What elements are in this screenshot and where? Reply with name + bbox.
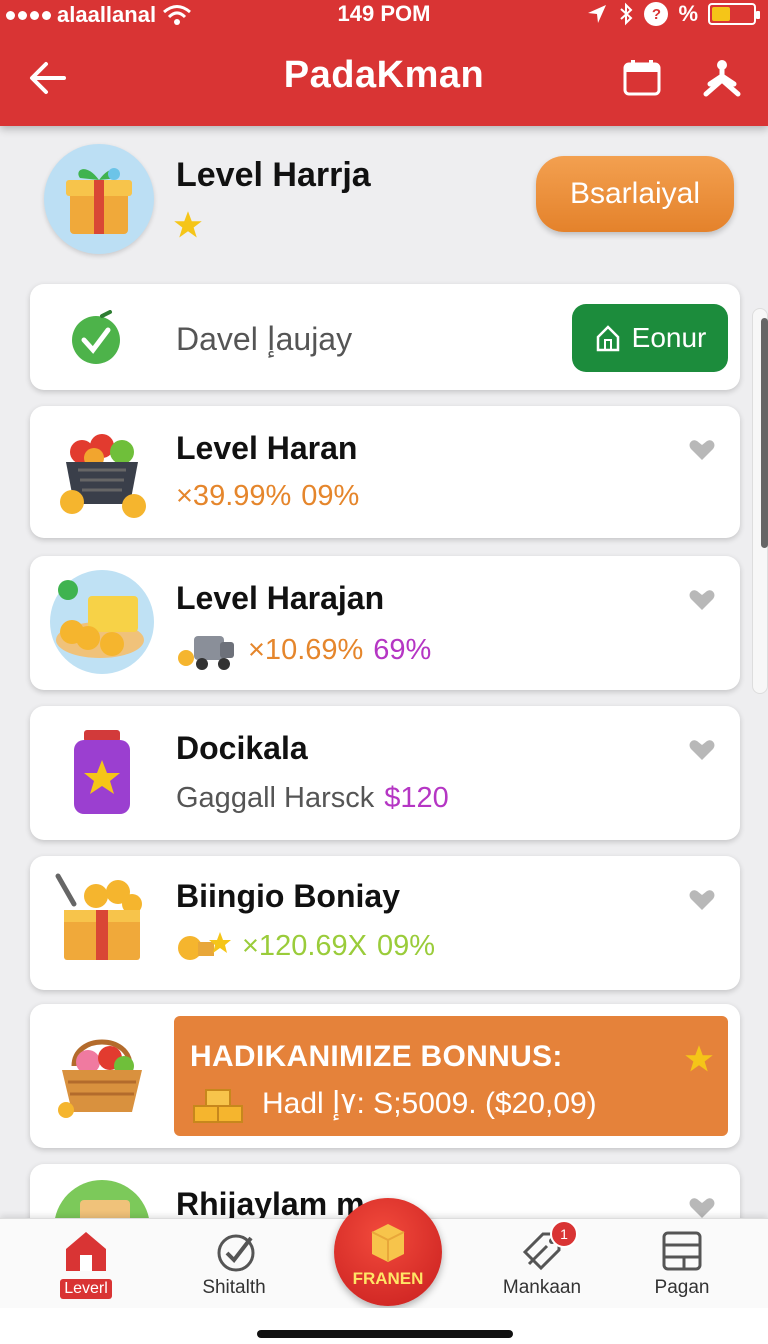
fruit-basket-icon	[60, 434, 146, 518]
app-header: alaallanal 149 POM ? % PadaKman	[0, 0, 768, 126]
item-thumbnail	[48, 718, 156, 826]
center-fab-button[interactable]: FRANEN	[334, 1198, 442, 1306]
nav-shitalth[interactable]: Shitalth	[174, 1225, 294, 1309]
nav-shitalth-label: Shitalth	[202, 1277, 266, 1298]
claim-button-label: Eonur	[631, 322, 707, 353]
calendar-button[interactable]	[618, 54, 666, 102]
level-avatar	[44, 144, 154, 254]
star-icon	[685, 1045, 713, 1072]
jar-icon	[74, 730, 130, 814]
item-percent: 69%	[373, 633, 432, 666]
profile-button[interactable]	[698, 54, 746, 102]
basket-icon	[58, 1039, 142, 1118]
heart-icon[interactable]	[688, 1196, 716, 1220]
home-indicator	[257, 1330, 513, 1338]
item-thumbnail	[48, 1018, 156, 1126]
item-rate: ×120.69X	[242, 929, 367, 962]
item-price: $120	[384, 782, 449, 814]
gift-box-icon	[66, 168, 132, 234]
gift-coins-icon	[55, 873, 142, 960]
item-rate: ×10.69%	[248, 633, 364, 666]
status-bar: alaallanal 149 POM ? %	[0, 0, 768, 30]
item-rate: ×39.99%	[176, 480, 292, 512]
item-subtitle: Gaggall Harsck	[176, 782, 375, 814]
nav-level[interactable]: Leverl	[26, 1225, 146, 1309]
level-title: Level Harrja	[176, 156, 371, 194]
item-title: Level Harajan	[176, 580, 385, 616]
item-title: Biingio Boniay	[176, 878, 400, 914]
check-circle-icon	[217, 1234, 255, 1272]
battery-percent: %	[678, 1, 698, 26]
item-percent: 09%	[376, 929, 436, 962]
daily-text: Davel إaujay	[176, 321, 353, 357]
gold-bars-icon	[193, 1089, 243, 1123]
list-item[interactable]: Level Harajan ×10.69% 69%	[30, 556, 740, 690]
daily-card[interactable]: Davel إaujay Eonur	[30, 284, 740, 390]
list-item[interactable]: Biingio Boniay ×120.69X 09%	[30, 856, 740, 990]
check-icon	[72, 310, 120, 364]
item-thumbnail	[48, 568, 156, 676]
nav-level-label: Leverl	[60, 1279, 112, 1299]
heart-icon[interactable]	[688, 888, 716, 912]
fab-label: FRANEN	[352, 1269, 424, 1288]
list-icon	[662, 1231, 702, 1271]
home-outline-icon	[596, 325, 619, 352]
level-action-button[interactable]: Bsarlaiyal	[536, 156, 734, 232]
nav-mankaan-label: Mankaan	[502, 1277, 582, 1298]
star-icon	[174, 211, 202, 238]
nav-mankaan[interactable]: Mankaan	[482, 1225, 602, 1309]
home-icon	[66, 1232, 106, 1271]
calendar-icon	[623, 60, 661, 96]
bonus-banner[interactable]: HADIKANIMIZE BONNUS: Hadl ٧إ: S;5009. ($…	[174, 1016, 728, 1136]
item-percent: 09%	[301, 480, 360, 512]
nav-pagan[interactable]: Pagan	[622, 1225, 742, 1309]
nav-pagan-label: Pagan	[654, 1277, 710, 1298]
heart-icon[interactable]	[688, 588, 716, 612]
money-plate-icon	[50, 570, 154, 674]
item-thumbnail	[48, 418, 156, 526]
bonus-text: Hadl ٧إ: S;5009. ($20,09)	[262, 1087, 597, 1120]
truck-icon	[178, 636, 234, 670]
bonus-card[interactable]: HADIKANIMIZE BONNUS: Hadl ٧إ: S;5009. ($…	[30, 1004, 740, 1148]
notification-badge: 1	[550, 1220, 578, 1248]
scrollbar-thumb[interactable]	[761, 318, 768, 548]
box-icon	[371, 1224, 405, 1262]
location-icon	[588, 5, 607, 23]
bonus-title: HADIKANIMIZE BONNUS:	[190, 1040, 563, 1073]
item-thumbnail	[48, 866, 156, 974]
list-item[interactable]: Level Haran ×39.99% 09%	[30, 406, 740, 538]
coins-star-icon	[178, 932, 231, 960]
bottom-safe-area	[0, 1308, 768, 1344]
item-title: Level Haran	[176, 430, 358, 466]
heart-icon[interactable]	[688, 738, 716, 762]
battery-icon	[708, 3, 760, 25]
alarm-icon: ?	[644, 2, 669, 26]
claim-button[interactable]: Eonur	[572, 304, 728, 372]
bluetooth-icon	[620, 2, 633, 26]
list-item[interactable]: Docikala Gaggall Harsck $120	[30, 706, 740, 840]
heart-icon[interactable]	[688, 438, 716, 462]
item-title: Docikala	[176, 730, 308, 766]
share-icon	[703, 60, 741, 97]
